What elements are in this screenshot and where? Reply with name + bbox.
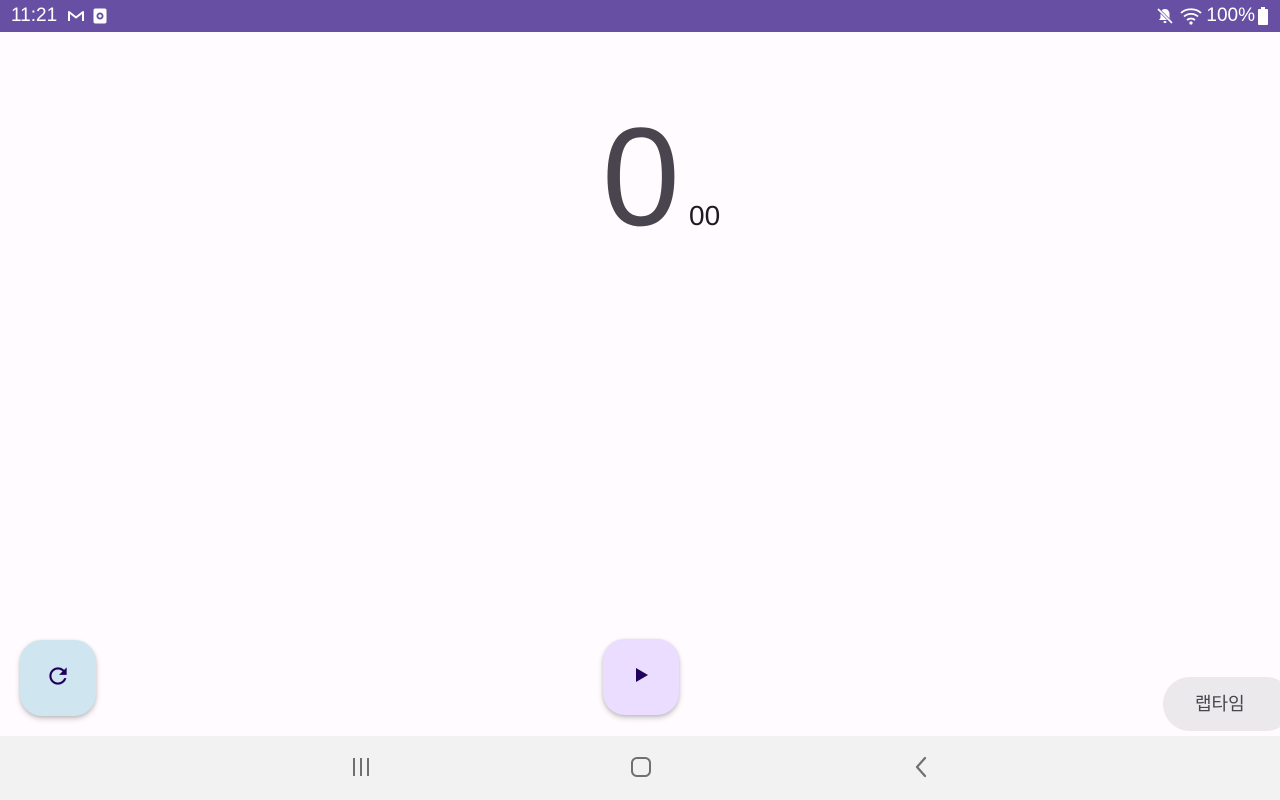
reset-button[interactable] bbox=[20, 640, 96, 716]
gmail-icon bbox=[68, 8, 84, 24]
start-button[interactable] bbox=[603, 639, 679, 715]
lap-button[interactable]: 랩타임 bbox=[1163, 677, 1280, 731]
stopwatch-seconds: 0 bbox=[602, 98, 680, 255]
recent-apps-icon bbox=[350, 757, 372, 782]
back-icon bbox=[914, 756, 928, 783]
reset-icon bbox=[45, 663, 71, 694]
home-button[interactable] bbox=[626, 754, 656, 784]
play-icon bbox=[631, 665, 651, 690]
wifi-icon bbox=[1180, 6, 1203, 26]
status-time: 11:21 bbox=[11, 5, 58, 26]
status-bar: 11:21 100% bbox=[0, 0, 1280, 32]
battery-icon bbox=[1258, 7, 1268, 25]
app-notification-icon bbox=[93, 8, 109, 24]
home-icon bbox=[630, 756, 652, 783]
back-button[interactable] bbox=[906, 754, 936, 784]
stopwatch-centiseconds: 00 bbox=[689, 200, 721, 231]
battery-percentage: 100% bbox=[1206, 5, 1255, 26]
navigation-bar bbox=[0, 736, 1280, 800]
recent-apps-button[interactable] bbox=[346, 754, 376, 784]
mute-icon bbox=[1155, 6, 1175, 26]
